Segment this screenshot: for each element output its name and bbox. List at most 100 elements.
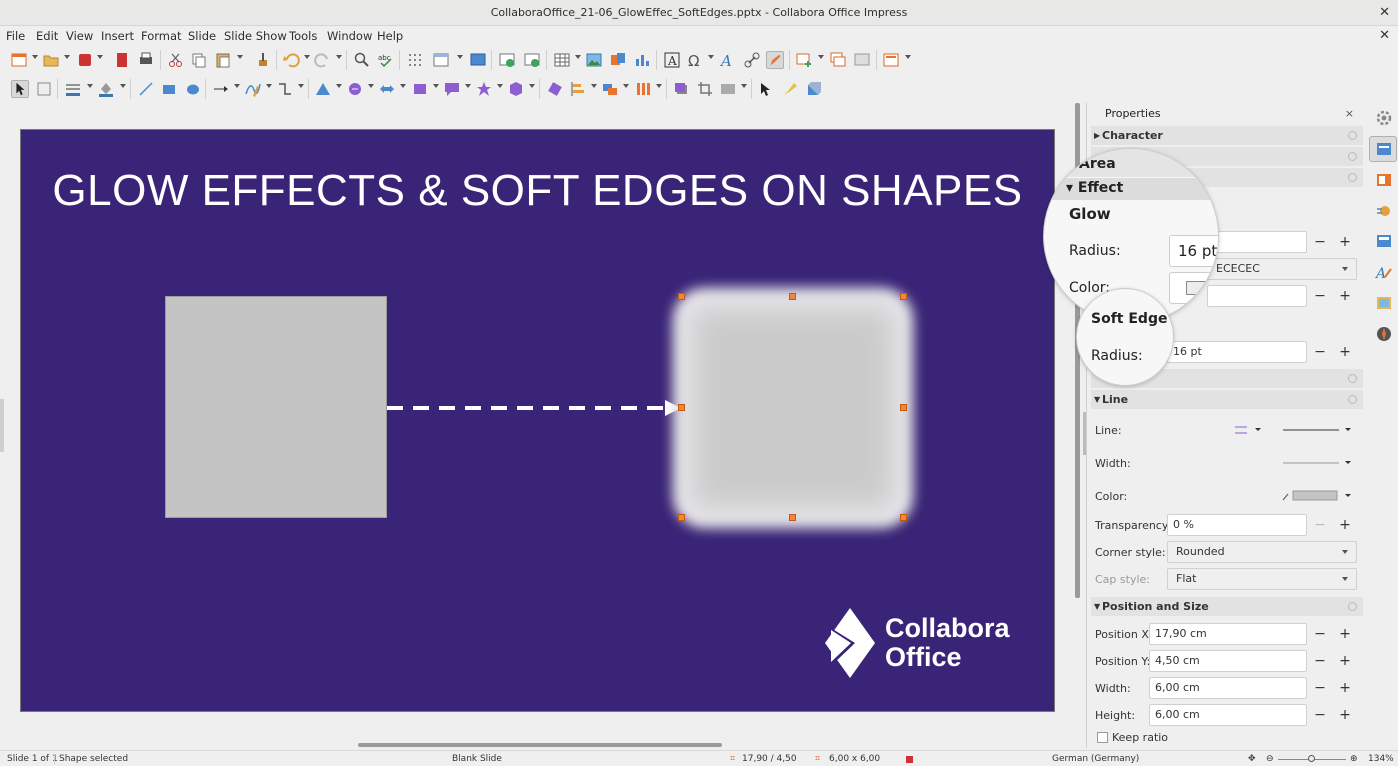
soft-edge-shape[interactable] [693,308,893,508]
width-field[interactable]: 6,00 cm [1149,677,1307,699]
hyperlink-icon[interactable] [743,51,761,69]
curves-dropdown-icon[interactable] [266,84,272,88]
crop-icon[interactable] [696,80,714,98]
cap-style-dropdown[interactable]: Flat [1167,568,1357,590]
transparency-increase-button[interactable]: + [1334,514,1356,536]
resize-handle-bottom-right[interactable] [900,514,907,521]
select-arrow-icon[interactable] [11,80,29,98]
glow-transparency-increase-button[interactable]: + [1334,285,1356,307]
arrange-icon[interactable] [601,80,619,98]
distribute-icon[interactable] [634,80,652,98]
connectors-icon[interactable] [276,80,294,98]
soft-edge-radius-increase-button[interactable]: + [1334,341,1356,363]
basic-shapes-dropdown-icon[interactable] [336,84,342,88]
styles-icon[interactable]: A [1375,263,1393,281]
layout-dropdown-icon[interactable] [905,55,911,59]
menu-tools[interactable]: Tools [289,29,317,43]
section-position-size[interactable]: ▼ Position and Size [1091,597,1363,616]
position-y-increase-button[interactable]: + [1334,650,1356,672]
flowchart-dropdown-icon[interactable] [433,84,439,88]
stars-dropdown-icon[interactable] [497,84,503,88]
glow-color-dropdown[interactable]: ECECEC [1207,258,1357,280]
document-modified-icon[interactable] [906,756,913,763]
menu-insert[interactable]: Insert [101,29,134,43]
line-style-selector[interactable] [1281,423,1357,437]
master-slides-icon[interactable] [1375,232,1393,250]
shadow-icon[interactable] [672,80,690,98]
flowchart-icon[interactable] [411,80,429,98]
resize-handle-bottom[interactable] [789,514,796,521]
zoom-in-icon[interactable]: ⊕ [1350,754,1358,764]
navigator-icon[interactable] [1375,325,1393,343]
symbol-shapes-icon[interactable] [346,80,364,98]
views-dropdown-icon[interactable] [457,55,463,59]
resize-handle-bottom-left[interactable] [678,514,685,521]
print-icon[interactable] [137,51,155,69]
more-options-icon[interactable] [1348,152,1357,161]
new-slide-icon[interactable] [795,51,813,69]
chart-icon[interactable] [633,51,651,69]
gallery-icon[interactable] [1375,294,1393,312]
connectors-dropdown-icon[interactable] [298,84,304,88]
dashed-arrow-connector[interactable] [387,398,687,418]
zoom-out-icon[interactable]: ⊖ [1266,754,1274,764]
glow-radius-field[interactable] [1207,231,1307,253]
image-icon[interactable] [585,51,603,69]
position-x-field[interactable]: 17,90 cm [1149,623,1307,645]
document-close-icon[interactable]: ✕ [1379,28,1390,43]
rotate-icon[interactable] [546,80,564,98]
symbol-shapes-dropdown-icon[interactable] [368,84,374,88]
table-dropdown-icon[interactable] [575,55,581,59]
zoom-slider-thumb[interactable] [1308,755,1315,762]
line-color-dropdown-icon[interactable] [87,84,93,88]
glow-radius-increase-button[interactable]: + [1334,231,1356,253]
filter-dropdown-icon[interactable] [741,84,747,88]
grid-icon[interactable] [406,51,424,69]
magnified-glow-radius-field[interactable]: 16 pt [1169,235,1218,267]
soft-edge-radius-decrease-button[interactable]: − [1309,341,1331,363]
fontwork-icon[interactable]: A [719,51,737,69]
resize-handle-left[interactable] [678,404,685,411]
new-slide-dropdown-icon[interactable] [818,55,824,59]
undo-icon[interactable] [282,51,300,69]
spellcheck-icon[interactable]: abc [377,51,395,69]
callouts-dropdown-icon[interactable] [465,84,471,88]
line-color-selector[interactable] [1281,489,1357,503]
slide[interactable]: GLOW EFFECTS & SOFT EDGES ON SHAPES Coll… [20,129,1055,712]
start-current-slide-icon[interactable] [523,51,541,69]
properties-icon[interactable] [1375,140,1393,158]
special-character-icon[interactable]: Ω [686,51,704,69]
special-char-dropdown-icon[interactable] [708,55,714,59]
keep-ratio-checkbox[interactable] [1097,732,1108,743]
animation-icon[interactable] [1375,202,1393,220]
position-x-increase-button[interactable]: + [1334,623,1356,645]
export-pdf-icon[interactable] [113,51,131,69]
slide-layout-icon[interactable] [882,51,900,69]
redo-dropdown-icon[interactable] [336,55,342,59]
more-options-icon[interactable] [1348,395,1357,404]
slide-canvas[interactable]: GLOW EFFECTS & SOFT EDGES ON SHAPES Coll… [0,103,1070,740]
lines-arrows-icon[interactable] [212,80,230,98]
align-objects-icon[interactable] [569,80,587,98]
display-views-icon[interactable] [432,51,450,69]
more-options-icon[interactable] [1348,602,1357,611]
paste-icon[interactable] [214,51,232,69]
points-icon[interactable] [757,80,775,98]
block-arrows-icon[interactable] [378,80,396,98]
remote-dropdown-icon[interactable] [97,55,103,59]
show-draw-functions-icon[interactable] [766,51,784,69]
height-decrease-button[interactable]: − [1309,704,1331,726]
line-color-icon[interactable] [64,80,82,98]
align-dropdown-icon[interactable] [591,84,597,88]
sidebar-close-icon[interactable]: × [1345,107,1354,120]
settings-gear-icon[interactable] [1375,109,1393,127]
fill-color-icon[interactable] [97,80,115,98]
text-box-icon[interactable]: A [663,51,681,69]
arrow-style-icon[interactable] [1233,423,1263,437]
section-character[interactable]: ▶ Character [1091,126,1363,145]
callouts-icon[interactable] [443,80,461,98]
remote-file-icon[interactable] [76,51,94,69]
slide-title[interactable]: GLOW EFFECTS & SOFT EDGES ON SHAPES [21,166,1054,216]
position-x-decrease-button[interactable]: − [1309,623,1331,645]
menu-file[interactable]: File [6,29,25,43]
